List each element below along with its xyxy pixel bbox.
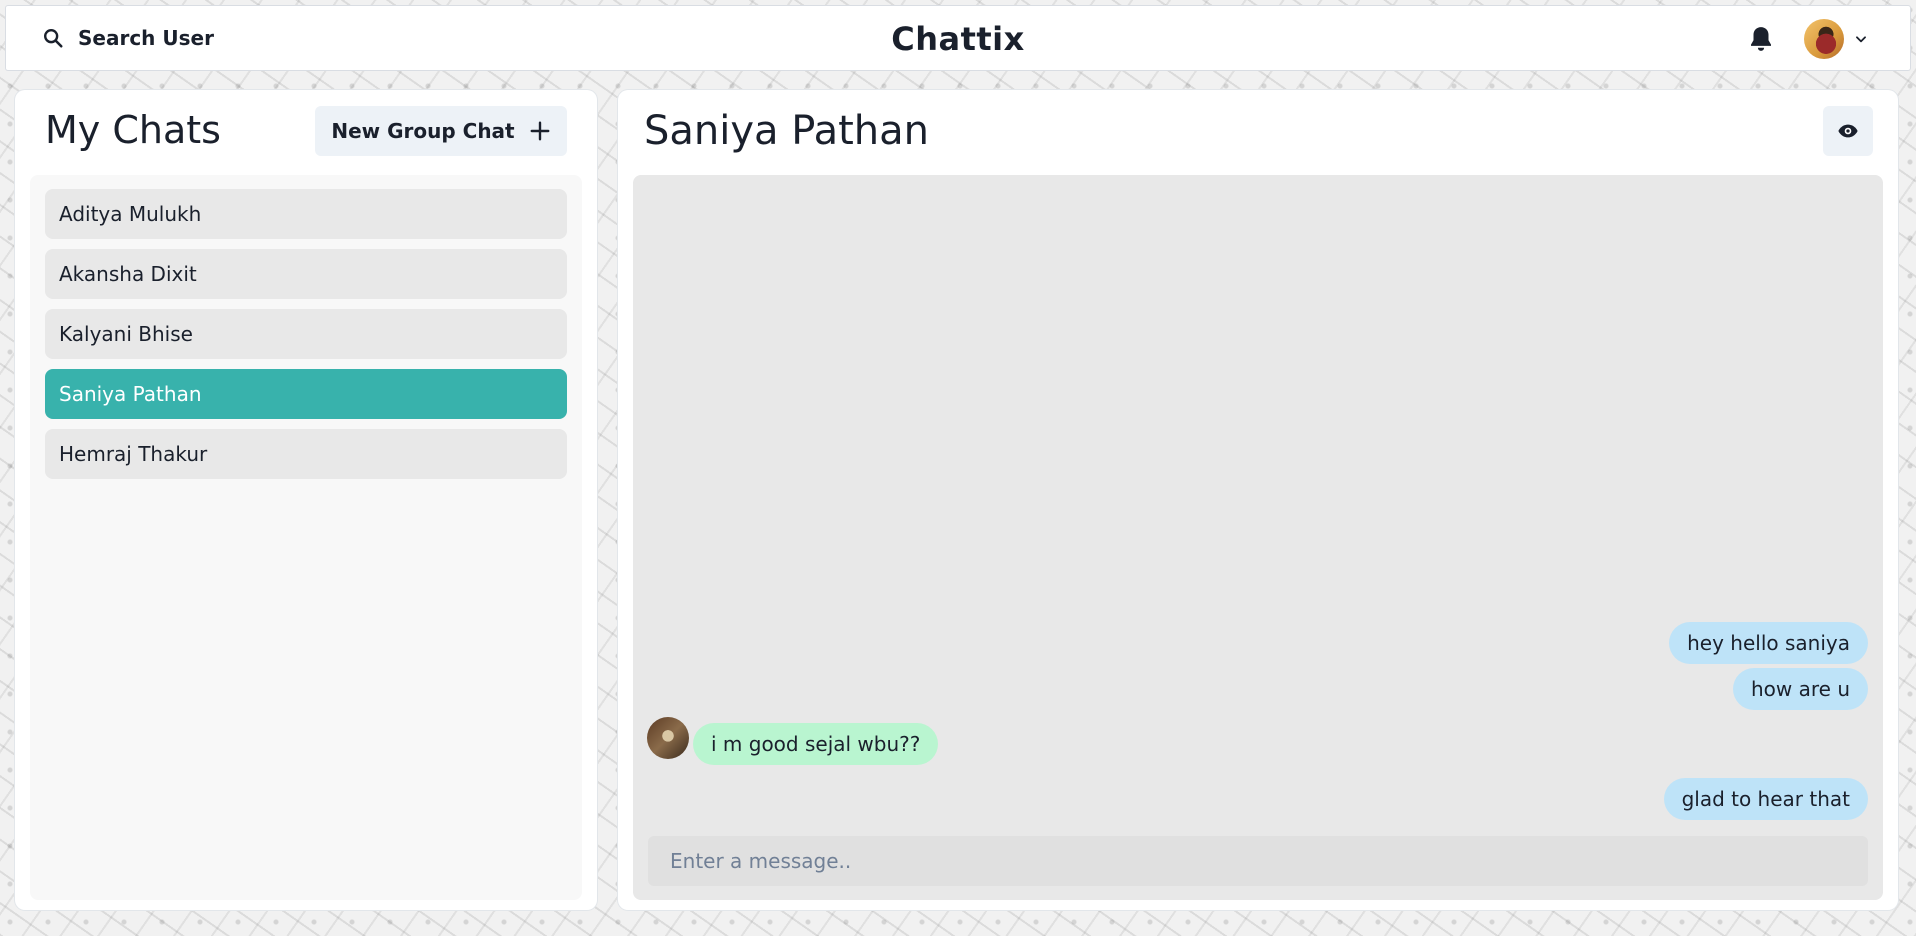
chat-item-label: Aditya Mulukh (59, 202, 202, 226)
top-header: Search User Chattix (6, 6, 1910, 70)
eye-icon (1838, 124, 1858, 138)
conversation-panel: Saniya Pathan hey hello saniya how are u… (618, 90, 1898, 910)
message-input[interactable] (648, 836, 1868, 886)
chat-list: Aditya Mulukh Akansha Dixit Kalyani Bhis… (30, 175, 582, 900)
message-bubble: hey hello saniya (1669, 622, 1868, 664)
new-group-chat-button[interactable]: New Group Chat (315, 106, 567, 156)
search-user-button[interactable]: Search User (30, 18, 230, 58)
chat-item-label: Akansha Dixit (59, 262, 197, 286)
conversation-title: Saniya Pathan (644, 108, 929, 154)
my-chats-title: My Chats (45, 108, 221, 152)
message-text: glad to hear that (1681, 787, 1850, 811)
message-bubble: i m good sejal wbu?? (693, 723, 939, 765)
plus-icon (530, 121, 550, 141)
new-group-chat-label: New Group Chat (331, 119, 515, 143)
chevron-down-icon (1856, 36, 1866, 43)
bell-icon[interactable] (1746, 24, 1776, 54)
view-profile-button[interactable] (1823, 106, 1873, 156)
chat-item-hemraj-thakur[interactable]: Hemraj Thakur (45, 429, 567, 479)
chat-item-label: Hemraj Thakur (59, 442, 208, 466)
message-text: i m good sejal wbu?? (711, 732, 921, 756)
message-text: hey hello saniya (1687, 631, 1850, 655)
chat-item-saniya-pathan[interactable]: Saniya Pathan (45, 369, 567, 419)
search-icon (44, 29, 63, 48)
chat-item-aditya-mulukh[interactable]: Aditya Mulukh (45, 189, 567, 239)
chat-item-kalyani-bhise[interactable]: Kalyani Bhise (45, 309, 567, 359)
chat-item-label: Saniya Pathan (59, 382, 202, 406)
message-text: how are u (1750, 677, 1850, 701)
message-bubble: how are u (1732, 668, 1868, 710)
user-avatar (1804, 19, 1844, 59)
my-chats-panel: My Chats New Group Chat Aditya Mulukh Ak… (15, 90, 597, 910)
sender-avatar[interactable] (647, 717, 689, 759)
chat-item-akansha-dixit[interactable]: Akansha Dixit (45, 249, 567, 299)
chat-item-label: Kalyani Bhise (59, 322, 193, 346)
messages-area: hey hello saniya how are u i m good seja… (633, 175, 1883, 900)
message-bubble: glad to hear that (1663, 778, 1868, 820)
search-user-label: Search User (78, 26, 214, 50)
profile-menu-button[interactable] (1804, 16, 1884, 62)
app-title: Chattix (891, 20, 1025, 58)
